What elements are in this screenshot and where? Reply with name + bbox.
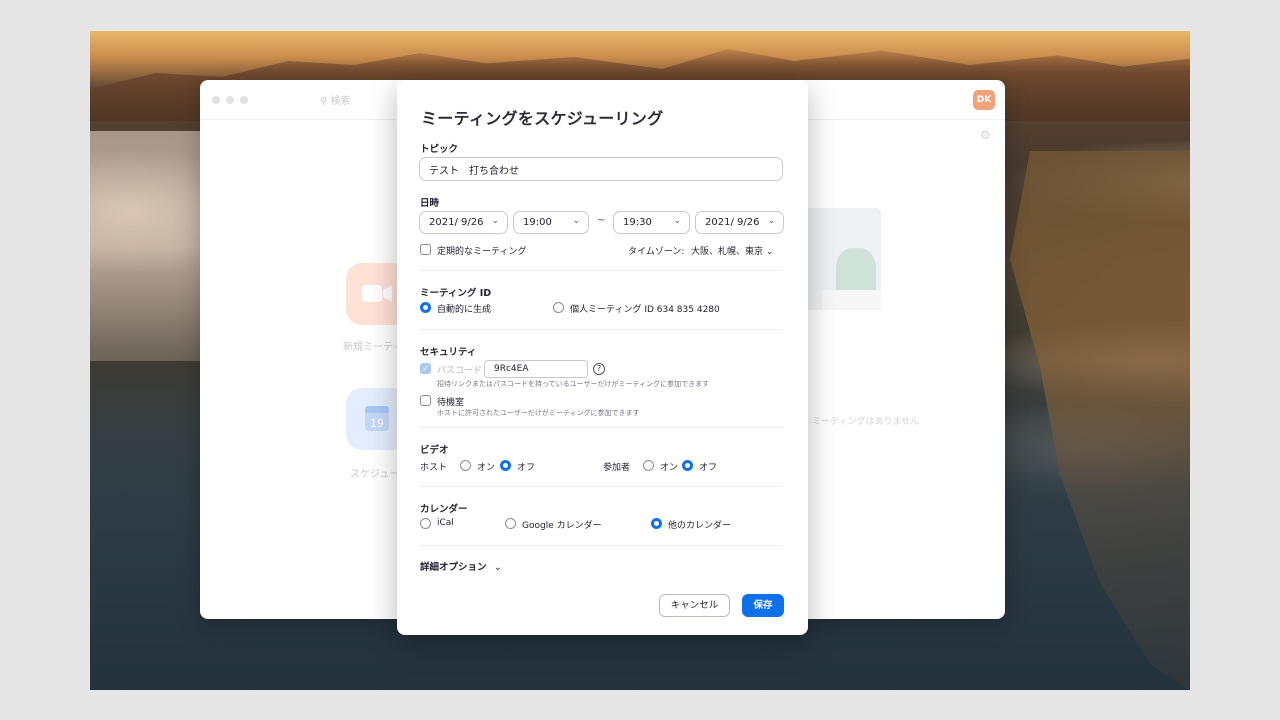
- timezone-label: タイムゾーン:: [628, 247, 685, 257]
- chevron-down-icon: ⌄: [493, 562, 502, 573]
- host-video-off-label: オフ: [517, 463, 536, 473]
- minimize-window-icon[interactable]: [226, 96, 234, 104]
- passcode-value: 9Rc4EA: [494, 364, 529, 374]
- divider: [419, 329, 783, 330]
- passcode-label: パスコード: [437, 366, 483, 376]
- video-host-label: ホスト: [420, 463, 448, 473]
- passcode-input[interactable]: 9Rc4EA: [484, 360, 588, 378]
- schedule-label: スケジュー: [350, 469, 400, 480]
- chevron-down-icon: ⌄: [673, 216, 681, 226]
- wallpaper-fog: [90, 131, 210, 361]
- calendar-other-label: 他のカレンダー: [668, 521, 732, 531]
- timezone-dropdown[interactable]: 大阪、札幌、東京 ⌄: [691, 244, 773, 257]
- participant-video-off-label: オフ: [699, 463, 718, 473]
- chevron-down-icon: ⌄: [572, 216, 580, 226]
- host-video-off-radio[interactable]: [500, 460, 511, 471]
- calendar-google-label: Google カレンダー: [522, 521, 602, 531]
- dialog-title: ミーティングをスケジューリング: [421, 109, 664, 128]
- security-label: セキュリティ: [420, 347, 477, 358]
- personal-meeting-id-label: 個人ミーティング ID 634 835 4280: [570, 305, 720, 315]
- waiting-room-note: ホストに許可されたユーザーだけがミーティングに参加できます: [437, 409, 640, 417]
- settings-gear-icon[interactable]: ⚙: [980, 128, 991, 142]
- recurring-meeting-checkbox[interactable]: [420, 244, 431, 255]
- avatar[interactable]: DK: [973, 90, 995, 110]
- calendar-other-radio[interactable]: [651, 518, 662, 529]
- auto-generate-id-radio[interactable]: [420, 302, 431, 313]
- start-time-value: 19:00: [523, 217, 552, 228]
- auto-generate-id-label: 自動的に生成: [437, 305, 492, 315]
- meeting-id-label: ミーティング ID: [420, 288, 492, 299]
- chevron-down-icon: ⌄: [765, 247, 774, 257]
- upcoming-meetings-illustration: [806, 208, 881, 310]
- host-video-on-radio[interactable]: [460, 460, 471, 471]
- close-window-icon[interactable]: [212, 96, 220, 104]
- end-time-value: 19:30: [623, 217, 652, 228]
- new-meeting-label: 新規ミーティ: [343, 342, 403, 353]
- end-time-dropdown[interactable]: 19:30 ⌄: [613, 211, 690, 234]
- calendar-ical-radio[interactable]: [420, 518, 431, 529]
- calendar-label: カレンダー: [420, 504, 468, 515]
- waiting-room-label: 待機室: [437, 398, 465, 408]
- chevron-down-icon: ⌄: [767, 216, 775, 226]
- start-time-dropdown[interactable]: 19:00 ⌄: [513, 211, 589, 234]
- start-date-value: 2021/ 9/26: [429, 217, 484, 228]
- chevron-down-icon: ⌄: [491, 216, 499, 226]
- passcode-note: 招待リンクまたはパスコードを持っているユーザーだけがミーティングに参加できます: [437, 380, 710, 388]
- topic-label: トピック: [420, 144, 459, 155]
- advanced-options-label: 詳細オプション: [420, 562, 487, 573]
- schedule-meeting-dialog: ミーティングをスケジューリング トピック テスト 打ち合わせ 日時 2021/ …: [397, 80, 808, 635]
- topic-input[interactable]: テスト 打ち合わせ: [419, 157, 783, 181]
- advanced-options-toggle[interactable]: 詳細オプション ⌄: [420, 559, 502, 573]
- no-meetings-message: ミーティングはありません: [812, 417, 920, 427]
- divider: [419, 427, 783, 428]
- search-placeholder: 検索: [330, 96, 351, 107]
- save-button[interactable]: 保存: [742, 594, 784, 617]
- start-date-dropdown[interactable]: 2021/ 9/26 ⌄: [419, 211, 508, 234]
- desktop: ⚲ 検索 DK ⚙ 新規ミーティ 19 スケジュー ミーティングはありません ミ…: [0, 0, 1280, 720]
- divider: [419, 545, 783, 546]
- topic-input-value: テスト 打ち合わせ: [429, 165, 519, 177]
- help-icon[interactable]: ?: [593, 363, 605, 375]
- divider: [419, 270, 783, 271]
- video-participants-label: 参加者: [603, 463, 631, 473]
- waiting-room-checkbox[interactable]: [420, 395, 431, 406]
- end-date-value: 2021/ 9/26: [705, 217, 760, 228]
- pot-illustration: [822, 290, 881, 310]
- passcode-checkbox[interactable]: ✓: [420, 363, 431, 374]
- host-video-on-label: オン: [477, 463, 496, 473]
- search-icon: ⚲: [320, 96, 328, 107]
- search-field[interactable]: ⚲ 検索: [320, 92, 351, 107]
- participant-video-on-radio[interactable]: [643, 460, 654, 471]
- participant-video-off-radio[interactable]: [682, 460, 693, 471]
- participant-video-on-label: オン: [660, 463, 679, 473]
- personal-meeting-id-radio[interactable]: [553, 302, 564, 313]
- maximize-window-icon[interactable]: [240, 96, 248, 104]
- calendar-day-text: 19: [370, 417, 384, 430]
- end-date-dropdown[interactable]: 2021/ 9/26 ⌄: [695, 211, 784, 234]
- video-label: ビデオ: [420, 445, 449, 456]
- datetime-label: 日時: [420, 198, 440, 209]
- divider: [419, 486, 783, 487]
- timezone-value: 大阪、札幌、東京: [691, 247, 764, 257]
- recurring-meeting-label: 定期的なミーティング: [437, 247, 527, 257]
- calendar-ical-label: iCal: [437, 518, 454, 528]
- cancel-button[interactable]: キャンセル: [659, 594, 730, 617]
- calendar-google-radio[interactable]: [505, 518, 516, 529]
- time-range-separator: ~: [597, 215, 606, 226]
